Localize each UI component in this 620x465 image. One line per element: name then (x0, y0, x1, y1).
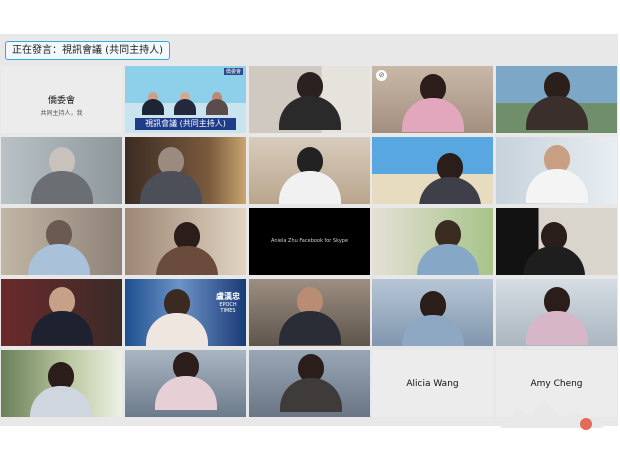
participant-video (525, 287, 588, 345)
participant-video (419, 153, 481, 204)
speaking-indicator: 正在發言：視訊會議 (共同主持人) (5, 41, 170, 60)
epoch-times-logo: 盧漢忠 EPOCH TIMES (216, 292, 240, 314)
participant-role: 共同主持人，我 (40, 110, 83, 117)
participant-tile-video-off[interactable]: Alicia Wang (372, 350, 493, 417)
participant-video (154, 352, 217, 410)
participant-tile[interactable] (249, 137, 370, 204)
participant-name: Amy Cheng (530, 379, 583, 389)
participant-tile[interactable] (372, 208, 493, 275)
participant-tile[interactable] (1, 350, 122, 417)
participant-video (140, 147, 202, 204)
participant-video (525, 145, 588, 203)
participant-tile-host[interactable]: 僑委會 共同主持人，我 (1, 66, 122, 133)
participant-video (30, 147, 93, 204)
participant-video (523, 222, 585, 275)
participant-tile[interactable] (496, 66, 617, 133)
participant-video (28, 220, 90, 275)
participant-video (401, 74, 464, 132)
participant-video (30, 362, 92, 417)
participant-tile[interactable]: ⊘ (372, 66, 493, 133)
participant-video (142, 92, 164, 115)
gallery-grid: 僑委會 共同主持人，我 僑委會 視訊會議 (共同主持人) ⊘ Aniela Zh… (0, 66, 617, 421)
participant-tile[interactable] (496, 137, 617, 204)
participant-video (174, 92, 196, 115)
participant-video (146, 289, 208, 346)
participant-name: Alicia Wang (406, 379, 459, 389)
participant-video (278, 72, 341, 130)
mic-muted-icon: ⊘ (376, 70, 387, 81)
participant-tile[interactable] (372, 137, 493, 204)
logo: 僑委會 (223, 68, 243, 75)
participant-video (278, 287, 341, 345)
participant-tile[interactable] (125, 208, 246, 275)
participant-video (280, 354, 342, 412)
participant-video (417, 220, 479, 275)
participant-tile[interactable] (1, 137, 122, 204)
participant-tile[interactable]: 盧漢忠 EPOCH TIMES (125, 279, 246, 346)
participant-tile[interactable] (496, 279, 617, 346)
participant-name: 僑委會 (47, 96, 75, 106)
participant-tile[interactable] (372, 279, 493, 346)
participant-tile-cohost[interactable]: 僑委會 視訊會議 (共同主持人) (125, 66, 246, 133)
participant-tile[interactable]: Aniela Zhu Facebook for Skype (249, 208, 370, 275)
participant-tile[interactable] (249, 66, 370, 133)
meeting-banner: 視訊會議 (共同主持人) (135, 118, 236, 130)
participant-tile[interactable] (1, 208, 122, 275)
participant-tile[interactable] (249, 279, 370, 346)
video-off-caption: Aniela Zhu Facebook for Skype (270, 238, 349, 244)
participant-tile[interactable] (1, 279, 122, 346)
participant-video (156, 222, 218, 275)
participant-video (206, 92, 228, 115)
participant-video (278, 147, 341, 204)
participant-tile[interactable] (125, 350, 246, 417)
participant-tile[interactable] (125, 137, 246, 204)
participant-video (525, 72, 588, 130)
participant-tile[interactable] (249, 350, 370, 417)
participant-video (401, 291, 464, 346)
participant-video (30, 287, 93, 345)
watermark-logo (500, 400, 604, 430)
participant-tile[interactable] (496, 208, 617, 275)
